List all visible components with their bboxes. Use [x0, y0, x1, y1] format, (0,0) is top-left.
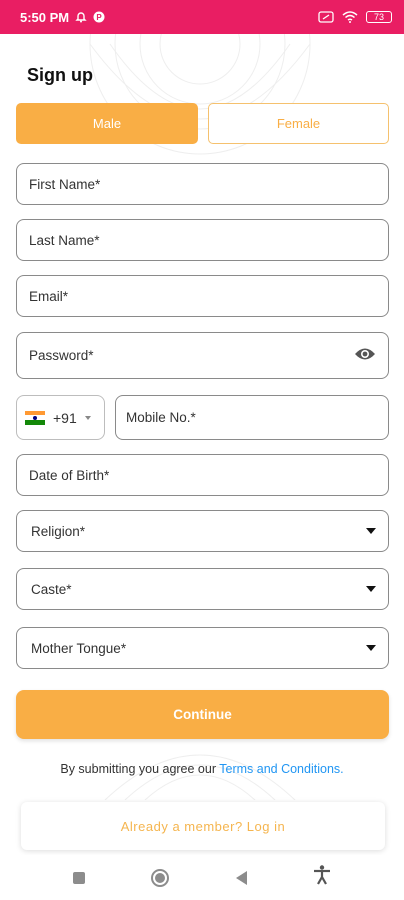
chevron-down-icon: [366, 586, 376, 592]
terms-notice: By submitting you agree our Terms and Co…: [0, 762, 404, 776]
mandala-decoration: [89, 34, 311, 155]
last-name-field[interactable]: Last Name*: [16, 219, 389, 261]
mother-tongue-select[interactable]: Mother Tongue*: [16, 627, 389, 669]
home-icon[interactable]: [151, 868, 170, 887]
svg-text:P: P: [96, 13, 102, 22]
recents-icon[interactable]: [73, 871, 86, 884]
system-nav-bar: [0, 855, 404, 900]
sim-icon: [318, 11, 334, 23]
male-button[interactable]: Male: [16, 103, 198, 144]
country-code-picker[interactable]: +91: [16, 395, 105, 440]
password-placeholder: Password*: [29, 348, 94, 363]
page-title: Sign up: [27, 65, 93, 85]
email-placeholder: Email*: [29, 288, 69, 304]
continue-button[interactable]: Continue: [16, 690, 389, 739]
first-name-placeholder: First Name*: [29, 176, 101, 192]
agree-text: By submitting you agree our: [60, 762, 220, 776]
caste-placeholder: Caste*: [31, 581, 72, 597]
religion-placeholder: Religion*: [31, 523, 86, 539]
email-field[interactable]: Email*: [16, 275, 389, 317]
back-icon[interactable]: [235, 870, 247, 885]
terms-link[interactable]: Terms and Conditions.: [219, 762, 343, 776]
first-name-field[interactable]: First Name*: [16, 163, 389, 205]
status-time: 5:50 PM: [20, 9, 70, 25]
chevron-down-icon: [366, 645, 376, 651]
last-name-placeholder: Last Name*: [29, 232, 100, 248]
eye-icon[interactable]: [354, 347, 376, 364]
login-button[interactable]: Already a member? Log in: [21, 802, 385, 850]
chevron-down-icon: [366, 528, 376, 534]
battery-icon: 73: [366, 11, 392, 23]
mobile-placeholder: Mobile No.*: [126, 410, 196, 425]
app-notification-icon: P: [93, 11, 105, 23]
wifi-icon: [342, 11, 358, 23]
country-code: +91: [53, 409, 77, 426]
accessibility-icon[interactable]: [313, 865, 331, 890]
mother-tongue-placeholder: Mother Tongue*: [31, 640, 127, 656]
alarm-icon: [75, 11, 87, 23]
status-bar: 5:50 PM P 73: [0, 0, 404, 34]
dob-placeholder: Date of Birth*: [29, 467, 110, 483]
chevron-down-icon: [84, 415, 91, 420]
caste-select[interactable]: Caste*: [16, 568, 389, 610]
mobile-field[interactable]: Mobile No.*: [115, 395, 389, 440]
dob-field[interactable]: Date of Birth*: [16, 454, 389, 496]
india-flag-icon: [25, 410, 45, 425]
religion-select[interactable]: Religion*: [16, 510, 389, 552]
female-button[interactable]: Female: [208, 103, 389, 144]
password-field[interactable]: Password*: [16, 332, 389, 379]
